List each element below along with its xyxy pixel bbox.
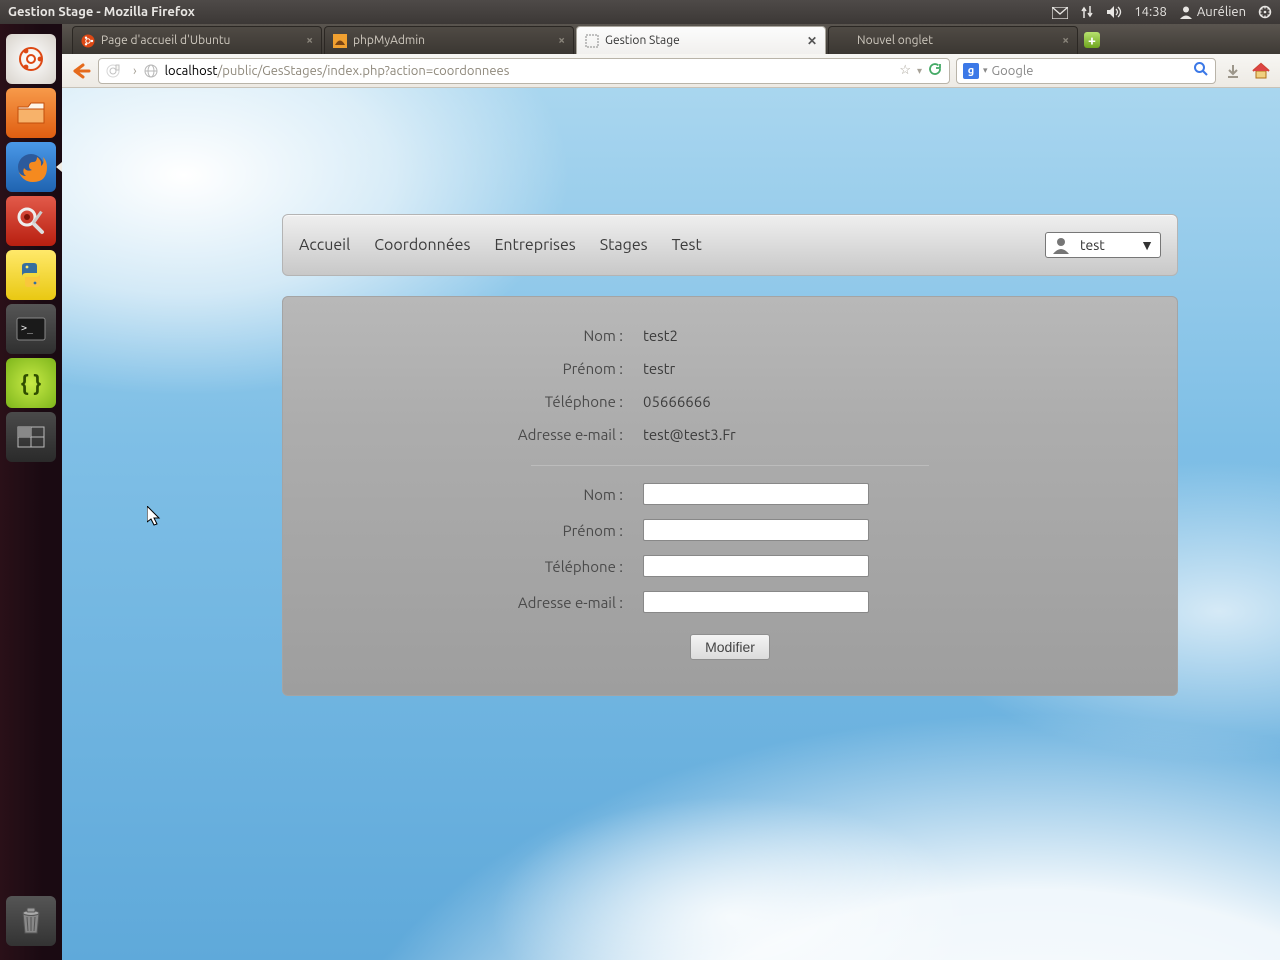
clock[interactable]: 14:38 — [1134, 5, 1167, 19]
dropdown-caret-icon[interactable]: ▾ — [917, 65, 922, 77]
url-host: localhost — [165, 64, 218, 78]
new-tab-button[interactable]: + — [1080, 26, 1104, 54]
launcher-terminal[interactable]: >_ — [6, 304, 56, 354]
tab-label: phpMyAdmin — [353, 34, 425, 47]
input-nom[interactable] — [643, 483, 869, 505]
os-top-bar: Gestion Stage - Mozilla Firefox 14:38 Au… — [0, 0, 1280, 24]
close-icon[interactable]: × — [558, 34, 565, 47]
ubuntu-icon — [81, 34, 95, 48]
input-tel[interactable] — [643, 555, 869, 577]
launcher-files[interactable] — [6, 88, 56, 138]
launcher-dash[interactable] — [6, 34, 56, 84]
submit-button[interactable]: Modifier — [690, 634, 770, 660]
url-bar[interactable]: › localhost/public/GesStages/index.php?a… — [98, 58, 950, 84]
app-navbar: Accueil Coordonnées Entreprises Stages T… — [282, 214, 1178, 276]
url-path: /public/GesStages/index.php?action=coord… — [218, 64, 510, 78]
nav-accueil[interactable]: Accueil — [299, 236, 350, 254]
home-button[interactable] — [1250, 60, 1272, 82]
unity-launcher: >_ { } — [0, 24, 62, 960]
firefox-window: Page d'accueil d'Ubuntu × phpMyAdmin × G… — [62, 24, 1280, 960]
user-select[interactable]: test ▼ — [1045, 232, 1161, 258]
content-panel: Nom :test2 Prénom :testr Téléphone :0566… — [282, 296, 1178, 696]
tab-phpmyadmin[interactable]: phpMyAdmin × — [324, 26, 574, 54]
form-label-prenom: Prénom : — [283, 522, 643, 539]
tab-ubuntu[interactable]: Page d'accueil d'Ubuntu × — [72, 26, 322, 54]
label-prenom: Prénom : — [283, 360, 643, 377]
user-selected: test — [1080, 237, 1105, 253]
user-icon — [1179, 5, 1193, 19]
svg-text:>_: >_ — [21, 323, 34, 334]
search-icon[interactable] — [1193, 61, 1209, 80]
value-prenom: testr — [643, 360, 675, 377]
nav-coordonnees[interactable]: Coordonnées — [374, 236, 470, 254]
input-email[interactable] — [643, 591, 869, 613]
input-prenom[interactable] — [643, 519, 869, 541]
value-nom: test2 — [643, 327, 678, 344]
nav-entreprises[interactable]: Entreprises — [494, 236, 575, 254]
form-label-nom: Nom : — [283, 486, 643, 503]
value-tel: 05666666 — [643, 393, 711, 410]
form-label-email: Adresse e-mail : — [283, 594, 643, 611]
google-icon: g — [963, 63, 979, 79]
launcher-braces[interactable]: { } — [6, 358, 56, 408]
divider — [531, 465, 929, 466]
launcher-workspace[interactable] — [6, 412, 56, 462]
label-nom: Nom : — [283, 327, 643, 344]
close-icon[interactable]: × — [306, 34, 313, 47]
user-menu[interactable]: Aurélien — [1179, 5, 1246, 19]
bookmark-star-icon[interactable]: ☆ — [899, 63, 911, 78]
page-icon — [585, 34, 599, 48]
launcher-python[interactable] — [6, 250, 56, 300]
nav-stages[interactable]: Stages — [600, 236, 648, 254]
label-email: Adresse e-mail : — [283, 426, 643, 443]
chevron-right-icon: › — [127, 64, 143, 78]
mouse-cursor — [147, 506, 163, 528]
tab-gestion-stage[interactable]: Gestion Stage ✕ — [576, 26, 826, 54]
search-placeholder: Google — [992, 64, 1034, 78]
page-viewport: Accueil Coordonnées Entreprises Stages T… — [62, 88, 1280, 960]
network-icon[interactable] — [1080, 5, 1094, 20]
value-email: test@test3.Fr — [643, 426, 736, 443]
phpmyadmin-icon — [333, 34, 347, 48]
launcher-trash[interactable] — [6, 896, 56, 946]
form-label-tel: Téléphone : — [283, 558, 643, 575]
search-bar[interactable]: g ▾ Google — [956, 58, 1216, 84]
label-tel: Téléphone : — [283, 393, 643, 410]
downloads-button[interactable] — [1222, 60, 1244, 82]
close-icon[interactable]: × — [1062, 34, 1069, 47]
tab-nouvel-onglet[interactable]: Nouvel onglet × — [828, 26, 1078, 54]
mail-icon[interactable] — [1052, 5, 1068, 19]
tab-label: Nouvel onglet — [857, 34, 933, 47]
dropdown-caret-icon[interactable]: ▾ — [983, 65, 988, 76]
firefox-tabstrip: Page d'accueil d'Ubuntu × phpMyAdmin × G… — [62, 24, 1280, 54]
identity-icon[interactable] — [105, 63, 121, 79]
launcher-settings[interactable] — [6, 196, 56, 246]
tab-label: Gestion Stage — [605, 34, 680, 47]
window-title: Gestion Stage - Mozilla Firefox — [8, 5, 195, 19]
power-icon[interactable] — [1258, 5, 1272, 20]
chevron-down-icon: ▼ — [1140, 237, 1154, 253]
close-icon[interactable]: ✕ — [807, 34, 817, 48]
volume-icon[interactable] — [1106, 5, 1122, 20]
user-icon — [1052, 236, 1070, 254]
back-button[interactable] — [70, 60, 92, 82]
reload-icon[interactable] — [928, 62, 943, 80]
nav-test[interactable]: Test — [672, 236, 702, 254]
globe-icon — [143, 63, 159, 79]
firefox-toolbar: › localhost/public/GesStages/index.php?a… — [62, 54, 1280, 88]
launcher-firefox[interactable] — [6, 142, 56, 192]
tab-label: Page d'accueil d'Ubuntu — [101, 34, 230, 47]
